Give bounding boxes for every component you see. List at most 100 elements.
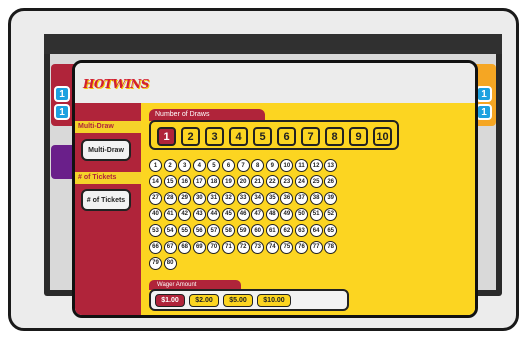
number-ball[interactable]: 61	[265, 224, 279, 238]
number-ball[interactable]: 3	[178, 159, 192, 172]
number-ball[interactable]: 74	[265, 240, 279, 254]
number-ball[interactable]: 24	[295, 175, 308, 189]
number-ball[interactable]: 28	[163, 191, 177, 205]
number-ball[interactable]: 37	[295, 191, 308, 205]
number-ball[interactable]: 25	[309, 175, 323, 189]
number-ball[interactable]: 71	[222, 240, 235, 254]
number-ball[interactable]: 9	[265, 159, 279, 172]
number-ball[interactable]: 43	[192, 207, 206, 221]
number-ball[interactable]: 39	[324, 191, 338, 205]
number-ball[interactable]: 12	[309, 159, 323, 172]
left-side-button-top[interactable]: 1	[54, 86, 70, 102]
number-ball[interactable]: 20	[236, 175, 250, 189]
number-ball[interactable]: 10	[280, 159, 294, 172]
draw-count-button[interactable]: 10	[373, 127, 392, 146]
draw-count-button[interactable]: 7	[301, 127, 320, 146]
number-ball[interactable]: 52	[324, 207, 338, 221]
number-ball[interactable]: 19	[222, 175, 235, 189]
right-side-button-bottom[interactable]: 1	[476, 104, 492, 120]
number-ball[interactable]: 44	[207, 207, 221, 221]
number-ball[interactable]: 8	[251, 159, 265, 172]
number-ball[interactable]: 41	[163, 207, 177, 221]
number-ball[interactable]: 6	[222, 159, 235, 172]
number-ball[interactable]: 2	[163, 159, 177, 172]
draw-count-button[interactable]: 9	[349, 127, 368, 146]
number-ball[interactable]: 67	[163, 240, 177, 254]
number-ball[interactable]: 30	[192, 191, 206, 205]
number-ball[interactable]: 63	[295, 224, 308, 238]
left-side-button-bottom[interactable]: 1	[54, 104, 70, 120]
number-ball[interactable]: 33	[236, 191, 250, 205]
number-ball[interactable]: 32	[222, 191, 235, 205]
number-ball[interactable]: 13	[324, 159, 338, 172]
number-ball[interactable]: 64	[309, 224, 323, 238]
number-ball[interactable]: 42	[178, 207, 192, 221]
number-ball[interactable]: 22	[265, 175, 279, 189]
number-ball[interactable]: 15	[163, 175, 177, 189]
number-ball[interactable]: 75	[280, 240, 294, 254]
number-ball[interactable]: 34	[251, 191, 265, 205]
number-ball[interactable]: 45	[222, 207, 235, 221]
draw-count-button[interactable]: 3	[205, 127, 224, 146]
wager-option-button[interactable]: $1.00	[155, 294, 185, 307]
number-ball[interactable]: 5	[207, 159, 221, 172]
wager-option-button[interactable]: $2.00	[189, 294, 219, 307]
number-ball[interactable]: 35	[265, 191, 279, 205]
number-ball[interactable]: 4	[192, 159, 206, 172]
number-ball[interactable]: 48	[265, 207, 279, 221]
number-ball[interactable]: 53	[149, 224, 162, 238]
number-ball[interactable]: 17	[192, 175, 206, 189]
draw-count-button[interactable]: 4	[229, 127, 248, 146]
number-ball[interactable]: 80	[163, 256, 177, 270]
draw-count-button[interactable]: 2	[181, 127, 200, 146]
number-ball[interactable]: 36	[280, 191, 294, 205]
draw-count-button[interactable]: 8	[325, 127, 344, 146]
number-ball[interactable]: 1	[149, 159, 162, 172]
draw-count-button[interactable]: 6	[277, 127, 296, 146]
number-ball[interactable]: 18	[207, 175, 221, 189]
number-ball[interactable]: 38	[309, 191, 323, 205]
number-ball[interactable]: 79	[149, 256, 162, 270]
number-ball[interactable]: 54	[163, 224, 177, 238]
number-ball[interactable]: 73	[251, 240, 265, 254]
number-ball[interactable]: 66	[149, 240, 162, 254]
number-ball[interactable]: 40	[149, 207, 162, 221]
number-ball[interactable]: 47	[251, 207, 265, 221]
number-ball[interactable]: 62	[280, 224, 294, 238]
number-ball[interactable]: 70	[207, 240, 221, 254]
number-ball[interactable]: 29	[178, 191, 192, 205]
number-ball[interactable]: 68	[178, 240, 192, 254]
number-ball[interactable]: 51	[309, 207, 323, 221]
number-ball[interactable]: 58	[222, 224, 235, 238]
number-ball[interactable]: 11	[295, 159, 308, 172]
number-ball[interactable]: 77	[309, 240, 323, 254]
number-ball[interactable]: 21	[251, 175, 265, 189]
number-ball[interactable]: 50	[295, 207, 308, 221]
number-ball[interactable]: 56	[192, 224, 206, 238]
number-ball[interactable]: 57	[207, 224, 221, 238]
number-ball[interactable]: 27	[149, 191, 162, 205]
number-ball[interactable]: 69	[192, 240, 206, 254]
number-ball[interactable]: 46	[236, 207, 250, 221]
number-ball[interactable]: 65	[324, 224, 338, 238]
number-ball[interactable]: 49	[280, 207, 294, 221]
wager-option-button[interactable]: $10.00	[257, 294, 291, 307]
number-ball[interactable]: 78	[324, 240, 338, 254]
draw-count-button[interactable]: 1	[157, 127, 176, 146]
number-ball[interactable]: 60	[251, 224, 265, 238]
number-ball[interactable]: 16	[178, 175, 192, 189]
number-ball[interactable]: 23	[280, 175, 294, 189]
number-ball[interactable]: 7	[236, 159, 250, 172]
multi-draw-button[interactable]: Multi-Draw	[81, 139, 131, 161]
wager-option-button[interactable]: $5.00	[223, 294, 253, 307]
number-ball[interactable]: 55	[178, 224, 192, 238]
number-ball[interactable]: 31	[207, 191, 221, 205]
right-side-button-top[interactable]: 1	[476, 86, 492, 102]
number-ball[interactable]: 59	[236, 224, 250, 238]
number-ball[interactable]: 76	[295, 240, 308, 254]
tickets-button[interactable]: # of Tickets	[81, 189, 131, 211]
draw-count-button[interactable]: 5	[253, 127, 272, 146]
number-ball[interactable]: 26	[324, 175, 338, 189]
number-ball[interactable]: 14	[149, 175, 162, 189]
number-ball[interactable]: 72	[236, 240, 250, 254]
